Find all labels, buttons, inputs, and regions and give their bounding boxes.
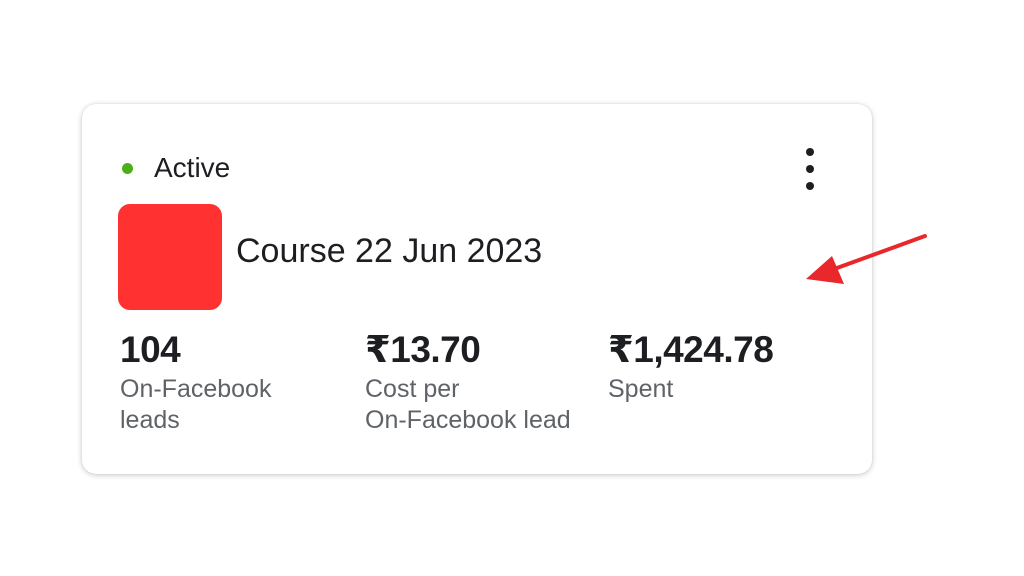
metric-label: Cost per On-Facebook lead (365, 374, 605, 436)
metric-leads: 104 On-Facebook leads (120, 328, 340, 436)
metric-value: ₹13.70 (365, 329, 481, 370)
metric-value: 104 (120, 329, 181, 370)
menu-dot (806, 148, 814, 156)
metric-label-line: leads (120, 406, 180, 434)
menu-dot (806, 182, 814, 190)
campaign-card[interactable]: Active Course 22 Jun 2023 104 On-Faceboo… (82, 104, 872, 474)
metric-value: ₹1,424.78 (608, 329, 774, 370)
arrow-head (806, 256, 844, 284)
metric-cost-per-lead: ₹13.70 Cost per On-Facebook lead (365, 328, 605, 436)
metric-label: Spent (608, 374, 848, 405)
arrow-shaft (824, 234, 927, 274)
status-row: Active (122, 152, 230, 184)
metric-label: On-Facebook leads (120, 374, 340, 436)
more-vertical-icon[interactable] (798, 148, 822, 190)
status-label: Active (154, 152, 231, 183)
page: Active Course 22 Jun 2023 104 On-Faceboo… (0, 0, 1024, 576)
annotation-arrow-icon (806, 234, 927, 284)
menu-dot (806, 165, 814, 173)
campaign-thumbnail (118, 204, 222, 310)
campaign-title[interactable]: Course 22 Jun 2023 (236, 230, 542, 272)
metric-label-line: Spent (608, 375, 674, 403)
metric-spent: ₹1,424.78 Spent (608, 328, 848, 405)
metric-label-line: On-Facebook (120, 375, 272, 403)
metric-label-line: On-Facebook lead (365, 406, 571, 434)
metric-label-line: Cost per (365, 375, 460, 403)
status-dot-icon (122, 162, 133, 174)
